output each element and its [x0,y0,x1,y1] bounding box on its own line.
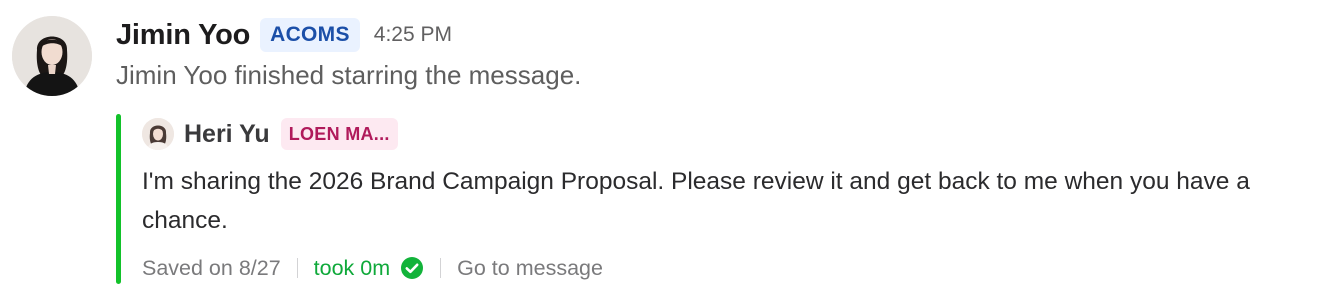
sender-name[interactable]: Jimin Yoo [116,19,250,52]
sender-avatar[interactable] [12,16,92,96]
user-avatar-photo-icon [142,118,174,150]
go-to-message-link[interactable]: Go to message [457,256,603,281]
quote-footer: Saved on 8/27 took 0m Go to message [142,252,603,284]
took-duration: took 0m [313,255,391,280]
quote-org-badge: LOEN MA... [280,118,398,150]
quote-author-name[interactable]: Heri Yu [184,120,270,149]
message-timestamp[interactable]: 4:25 PM [374,23,452,47]
system-message-text: Jimin Yoo finished starring the message. [116,60,582,90]
quote-body-text: I'm sharing the 2026 Brand Campaign Prop… [142,168,1250,234]
quoted-message[interactable]: Heri Yu LOEN MA... I'm sharing the 2026 … [116,114,1326,284]
footer-divider [440,258,442,278]
org-badge: ACOMS [260,18,360,52]
saved-date: Saved on 8/27 [142,255,281,280]
message-header: Jimin Yoo ACOMS 4:25 PM [116,14,452,56]
quote-author-avatar[interactable] [142,118,174,150]
quote-header: Heri Yu LOEN MA... [142,116,398,152]
check-circle-icon [401,257,424,279]
quote-accent-bar [116,114,121,284]
user-avatar-photo-icon [12,16,92,96]
footer-divider [296,258,298,278]
